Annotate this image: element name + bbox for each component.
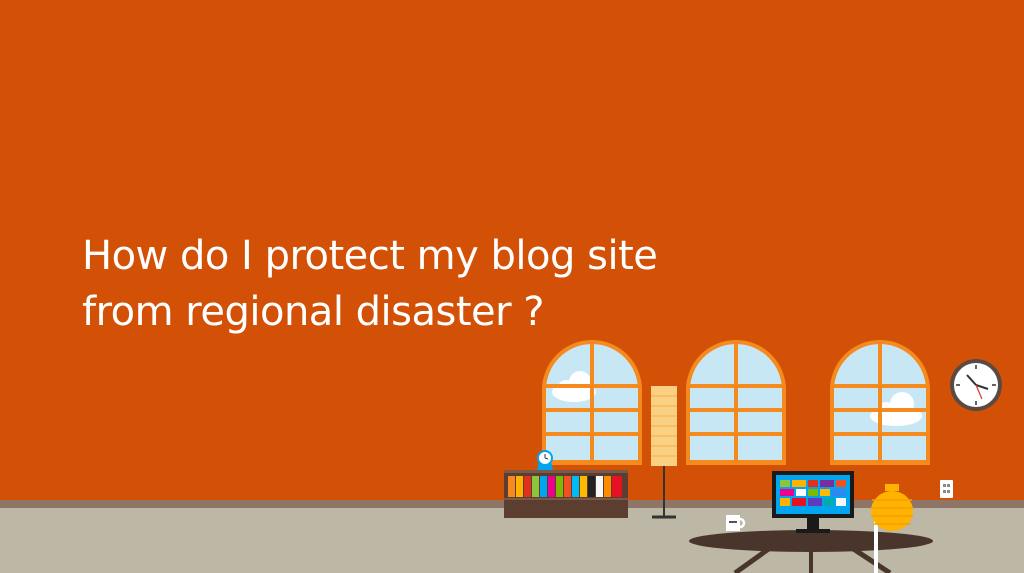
slide-scene: How do I protect my blog site from regio… <box>0 0 1024 573</box>
bookshelf-icon <box>504 470 628 518</box>
floor-lamp-icon <box>651 386 677 519</box>
power-outlet-icon <box>940 480 953 498</box>
room-illustration <box>504 340 1002 573</box>
vase-icon <box>871 484 913 531</box>
monitor-icon <box>772 471 854 533</box>
desk-clock-icon <box>537 450 553 470</box>
coffee-mug-icon <box>726 515 746 531</box>
arched-window-icon <box>830 340 930 465</box>
arched-window-icon <box>542 340 642 465</box>
wall-clock-icon <box>950 359 1002 411</box>
arched-window-icon <box>686 340 786 465</box>
